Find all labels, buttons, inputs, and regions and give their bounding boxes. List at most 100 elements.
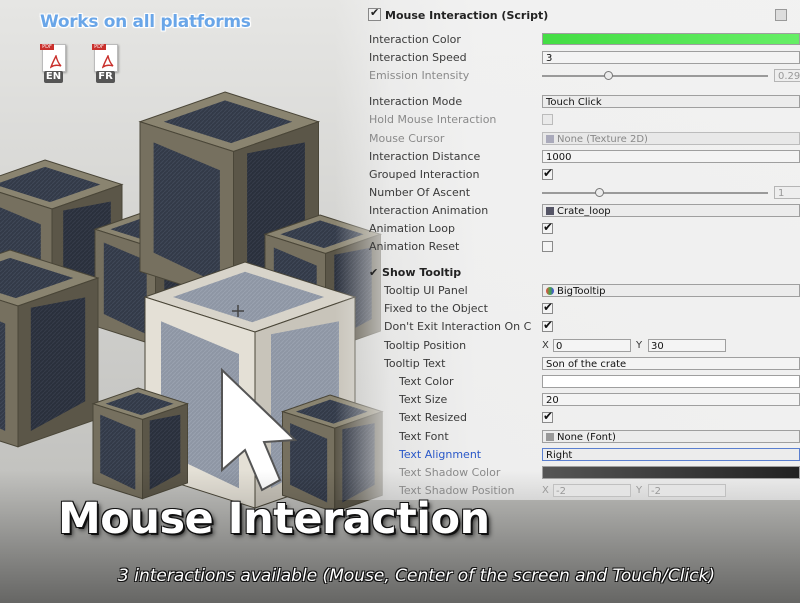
field-label: Tooltip Position: [384, 339, 467, 352]
texture-icon: [546, 135, 554, 143]
row-text-shadow-color: Text Shadow Color: [360, 464, 800, 482]
emission-intensity-field[interactable]: 0.29: [774, 69, 800, 82]
interaction-animation-field[interactable]: Crate_loop: [542, 204, 800, 217]
checkmark-icon: ✔: [543, 300, 554, 314]
pdf-fr-link[interactable]: PDF FR: [92, 42, 118, 84]
text-color-swatch[interactable]: [542, 375, 800, 388]
row-number-of-ascent: Number Of Ascent 1: [360, 184, 800, 202]
field-label: Text Shadow Color: [399, 466, 501, 479]
number-of-ascent-field[interactable]: 1: [774, 186, 800, 199]
field-label: Hold Mouse Interaction: [369, 113, 497, 126]
checkmark-icon: ✔: [543, 318, 554, 332]
promo-screenshot: Works on all platforms PDF EN PDF FR ✔ M…: [0, 0, 800, 603]
field-label: Tooltip UI Panel: [384, 284, 468, 297]
tooltip-position-x-field[interactable]: 0: [553, 339, 631, 352]
pdf-language-label: EN: [44, 71, 63, 83]
animation-clip-icon: [546, 207, 554, 215]
tooltip-ui-panel-field[interactable]: BigTooltip: [542, 284, 800, 297]
animation-reset-checkbox[interactable]: [542, 241, 553, 252]
field-label: Text Alignment: [399, 448, 482, 461]
fixed-to-object-checkbox[interactable]: ✔: [542, 300, 554, 314]
row-mouse-cursor: Mouse Cursor None (Texture 2D): [360, 130, 800, 148]
row-dont-exit: Don't Exit Interaction On C ✔: [360, 318, 800, 336]
text-alignment-dropdown[interactable]: Right: [542, 448, 800, 461]
row-tooltip-text: Tooltip Text Son of the crate: [360, 355, 800, 373]
row-interaction-distance: Interaction Distance 1000: [360, 148, 800, 166]
tooltip-text-field[interactable]: Son of the crate: [542, 357, 800, 370]
field-label: Don't Exit Interaction On C: [384, 320, 532, 333]
text-font-field[interactable]: None (Font): [542, 430, 800, 443]
hero-subtitle: 3 interactions available (Mouse, Center …: [118, 566, 715, 586]
field-label: Fixed to the Object: [384, 302, 488, 315]
field-label: Emission Intensity: [369, 69, 470, 82]
interaction-mode-dropdown[interactable]: Touch Click: [542, 95, 800, 108]
x-label: X: [542, 485, 549, 496]
interaction-color-swatch[interactable]: [542, 33, 800, 45]
row-text-resized: Text Resized ✔: [360, 409, 800, 427]
field-value: None (Texture 2D): [557, 134, 648, 145]
row-animation-reset: Animation Reset: [360, 238, 800, 256]
interaction-distance-field[interactable]: 1000: [542, 150, 800, 163]
field-label: Show Tooltip: [382, 266, 462, 279]
row-tooltip-ui-panel: Tooltip UI Panel BigTooltip: [360, 282, 800, 300]
component-title: Mouse Interaction (Script): [385, 9, 549, 22]
y-label: Y: [636, 485, 643, 496]
row-text-size: Text Size 20: [360, 391, 800, 409]
row-show-tooltip: ✔ Show Tooltip: [360, 264, 800, 282]
hero-title: Mouse Interaction: [58, 494, 490, 544]
emission-intensity-slider[interactable]: [542, 75, 768, 77]
text-size-field[interactable]: 20: [542, 393, 800, 406]
dont-exit-checkbox[interactable]: ✔: [542, 318, 554, 332]
row-interaction-speed: Interaction Speed 3: [360, 49, 800, 67]
field-label: Interaction Color: [369, 33, 461, 46]
mouse-cursor-field[interactable]: None (Texture 2D): [542, 132, 800, 145]
text-resized-checkbox[interactable]: ✔: [542, 409, 554, 423]
row-text-alignment: Text Alignment Right: [360, 446, 800, 464]
animation-loop-checkbox[interactable]: ✔: [542, 220, 554, 234]
component-enabled-checkbox[interactable]: ✔: [368, 6, 381, 21]
shadow-position-y-field[interactable]: -2: [648, 484, 726, 497]
checkmark-icon: ✔: [543, 409, 554, 423]
field-label: Mouse Cursor: [369, 132, 445, 145]
number-of-ascent-slider[interactable]: [542, 192, 768, 194]
field-label: Text Color: [399, 375, 454, 388]
field-label: Interaction Speed: [369, 51, 467, 64]
row-tooltip-position: Tooltip Position X 0 Y 30: [360, 337, 800, 355]
pdf-en-link[interactable]: PDF EN: [40, 42, 66, 84]
field-label: Interaction Mode: [369, 95, 463, 108]
row-interaction-mode: Interaction Mode Touch Click: [360, 93, 800, 111]
field-value: BigTooltip: [557, 286, 606, 297]
grouped-interaction-checkbox[interactable]: ✔: [542, 166, 553, 180]
hold-mouse-checkbox[interactable]: [542, 114, 553, 125]
field-label: Text Font: [399, 430, 449, 443]
interaction-speed-field[interactable]: 3: [542, 51, 800, 64]
tooltip-position-y-field[interactable]: 30: [648, 339, 726, 352]
row-interaction-color: Interaction Color: [360, 31, 800, 49]
field-label: Text Size: [399, 393, 448, 406]
field-label: Animation Reset: [369, 240, 460, 253]
checkmark-icon: ✔: [369, 266, 383, 279]
pdf-tag: PDF: [92, 44, 106, 50]
field-label: Number Of Ascent: [369, 186, 471, 199]
row-grouped-interaction: Grouped Interaction ✔: [360, 166, 800, 184]
shadow-position-x-field[interactable]: -2: [553, 484, 631, 497]
field-label: Interaction Animation: [369, 204, 489, 217]
field-label: Text Resized: [399, 411, 467, 424]
row-interaction-animation: Interaction Animation Crate_loop: [360, 202, 800, 220]
text-shadow-color-swatch[interactable]: [542, 466, 800, 479]
slider-knob[interactable]: [603, 71, 613, 80]
inspector-panel: ✔ Mouse Interaction (Script) Interaction…: [360, 0, 800, 500]
prefab-icon: [546, 287, 554, 295]
row-emission-intensity: Emission Intensity 0.29: [360, 67, 800, 85]
crate-left-big: [0, 249, 100, 448]
gear-icon[interactable]: [775, 9, 787, 21]
field-value: None (Font): [557, 432, 616, 443]
field-label: Tooltip Text: [384, 357, 446, 370]
show-tooltip-toggle[interactable]: ✔ Show Tooltip: [369, 264, 461, 282]
field-label: Grouped Interaction: [369, 168, 480, 181]
field-value: Crate_loop: [557, 206, 611, 217]
checkmark-icon: ✔: [543, 220, 554, 234]
slider-knob[interactable]: [594, 188, 604, 197]
x-label: X: [542, 340, 549, 351]
field-label: Interaction Distance: [369, 150, 481, 163]
